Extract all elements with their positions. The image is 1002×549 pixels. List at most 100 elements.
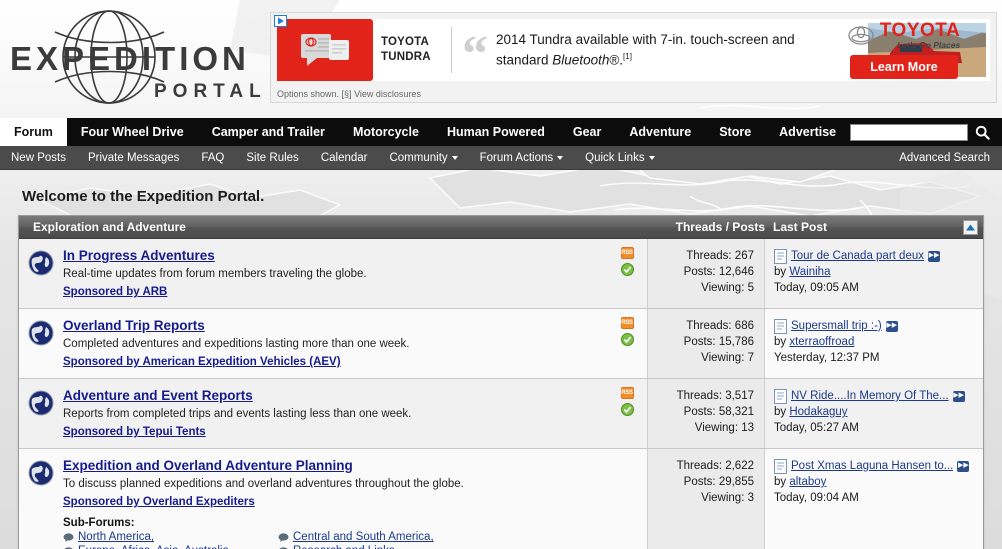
chevron-down-icon [649, 156, 655, 160]
forum-title-link[interactable]: Expedition and Overland Adventure Planni… [63, 458, 353, 473]
last-post-author-link[interactable]: Wainiha [789, 266, 830, 278]
forum-sponsor-link[interactable]: Sponsored by ARB [63, 286, 167, 298]
rss-icon[interactable]: RSS [621, 247, 634, 259]
viewing-count: Viewing: 5 [652, 280, 754, 296]
last-post-title-link[interactable]: Supersmall trip :-) [791, 318, 882, 334]
nav-tab-gear[interactable]: Gear [559, 118, 616, 146]
last-post-author-link[interactable]: altaboy [789, 476, 826, 488]
expedition-portal-logo[interactable]: EXPEDITION PORTAL [6, 2, 268, 114]
forum-icon-cell [19, 309, 63, 378]
last-post-title-link[interactable]: Post Xmas Laguna Hansen to... [791, 458, 953, 474]
welcome-heading: Welcome to the Expedition Portal. [18, 170, 984, 215]
forum-title-link[interactable]: Overland Trip Reports [63, 318, 205, 333]
go-to-last-post-icon[interactable]: ▶▶ [886, 321, 898, 332]
last-post-title-link[interactable]: Tour de Canada part deux [791, 248, 924, 264]
subnav-item-community[interactable]: Community [378, 152, 468, 164]
posts-count: Posts: 15,786 [652, 334, 754, 350]
last-post-author-row: by Wainiha [774, 264, 977, 280]
last-post-author-row: by altaboy [774, 474, 977, 490]
table-row[interactable]: Overland Trip Reports Completed adventur… [19, 309, 983, 379]
advanced-search-link[interactable]: Advanced Search [899, 152, 1002, 164]
speech-bubble-icon [278, 533, 289, 542]
rss-icon[interactable]: RSS [621, 387, 634, 399]
go-to-last-post-icon[interactable]: ▶▶ [953, 391, 965, 402]
ad-brand-line2: TUNDRA [381, 50, 451, 65]
forum-sponsor-link[interactable]: Sponsored by Overland Expediters [63, 496, 255, 508]
collapse-category-button[interactable] [963, 220, 978, 235]
subnav-item-calendar[interactable]: Calendar [310, 152, 379, 164]
ad-brand-line1: TOYOTA [381, 35, 451, 50]
nav-tab-four-wheel-drive[interactable]: Four Wheel Drive [67, 118, 198, 146]
nav-tab-motorcycle[interactable]: Motorcycle [339, 118, 433, 146]
header-search [850, 118, 1002, 146]
go-to-last-post-icon[interactable]: ▶▶ [928, 251, 940, 262]
category-title: Exploration and Adventure [19, 220, 647, 234]
ad-disclosure-prefix: Options shown. [ [277, 89, 344, 99]
last-post-author-link[interactable]: xterraoffroad [789, 336, 854, 348]
nav-tab-forum[interactable]: Forum [0, 118, 67, 146]
subnav-label: Calendar [321, 152, 368, 164]
forum-stats-cell: Threads: 2,622 Posts: 29,855 Viewing: 3 [647, 449, 765, 549]
nav-tab-human-powered[interactable]: Human Powered [433, 118, 559, 146]
last-post-time: Yesterday, 12:37 PM [774, 350, 977, 366]
last-post-cell: Supersmall trip :-) ▶▶ by xterraoffroad … [765, 309, 983, 378]
subnav-item-faq[interactable]: FAQ [190, 152, 235, 164]
subnav-item-new-posts[interactable]: New Posts [0, 152, 77, 164]
subnav-item-forum-actions[interactable]: Forum Actions [469, 152, 575, 164]
last-post-title-link[interactable]: NV Ride....In Memory Of The... [791, 388, 949, 404]
rss-icon[interactable]: RSS [621, 317, 634, 329]
forum-title-link[interactable]: In Progress Adventures [63, 248, 215, 263]
last-post-author-link[interactable]: Hodakaguy [789, 406, 847, 418]
subforum-link[interactable]: North America, [78, 531, 154, 543]
subforum-link[interactable]: Europe, Africa, Asia, Australia, [78, 545, 232, 549]
subnav-label: Forum Actions [480, 152, 554, 164]
view-disclosures-link[interactable]: View disclosures [354, 89, 421, 99]
forum-read-check-icon [621, 403, 634, 416]
forum-title-link[interactable]: Adventure and Event Reports [63, 388, 253, 403]
forum-sponsor-link[interactable]: Sponsored by American Expedition Vehicle… [63, 356, 341, 368]
column-header-threads-posts: Threads / Posts [647, 220, 765, 234]
forum-description: Reports from completed trips and events … [63, 407, 601, 422]
subforum-item-central-and-south-america[interactable]: Central and South America, [278, 531, 601, 543]
nav-tab-camper-and-trailer[interactable]: Camper and Trailer [198, 118, 339, 146]
subforum-link[interactable]: Research and Links [293, 545, 395, 549]
viewing-count: Viewing: 7 [652, 350, 754, 366]
last-post-cell: Post Xmas Laguna Hansen to... ▶▶ by alta… [765, 449, 983, 549]
adchoices-icon[interactable] [274, 15, 287, 27]
search-icon [975, 125, 990, 140]
last-post-time: Today, 09:05 AM [774, 280, 977, 296]
forum-icon-cell [19, 379, 63, 448]
subforum-item-europe-africa-asia-australia[interactable]: Europe, Africa, Asia, Australia, [63, 545, 278, 549]
search-button[interactable] [968, 125, 994, 140]
subnav-item-site-rules[interactable]: Site Rules [235, 152, 309, 164]
main-navbar: Forum Four Wheel Drive Camper and Traile… [0, 118, 1002, 146]
posts-count: Posts: 12,646 [652, 264, 754, 280]
table-row[interactable]: Adventure and Event Reports Reports from… [19, 379, 983, 449]
category-header: Exploration and Adventure Threads / Post… [19, 216, 983, 239]
svg-text:EXPEDITION: EXPEDITION [10, 40, 250, 77]
nav-tab-store[interactable]: Store [705, 118, 765, 146]
forum-globe-icon [28, 390, 54, 416]
subforum-link[interactable]: Central and South America, [293, 531, 434, 543]
viewing-count: Viewing: 13 [652, 420, 754, 436]
subnav-item-quick-links[interactable]: Quick Links [574, 152, 665, 164]
search-input[interactable] [850, 124, 968, 141]
subnav-item-private-messages[interactable]: Private Messages [77, 152, 190, 164]
advertisement-banner[interactable]: TOYOTA TUNDRA “ 2014 Tundra available wi… [270, 12, 997, 103]
forum-sponsor-link[interactable]: Sponsored by Tepui Tents [63, 426, 206, 438]
subforums-label: Sub-Forums: [63, 517, 601, 529]
forum-globe-icon [28, 320, 54, 346]
learn-more-button[interactable]: Learn More [850, 55, 957, 79]
forum-info-cell: In Progress Adventures Real-time updates… [63, 239, 607, 308]
subforum-item-research-and-links[interactable]: Research and Links [278, 545, 601, 549]
page-root: EXPEDITION PORTAL [0, 0, 1002, 549]
forum-description: Completed adventures and expeditions las… [63, 337, 601, 352]
forum-read-check-icon [621, 263, 634, 276]
table-row[interactable]: In Progress Adventures Real-time updates… [19, 239, 983, 309]
go-to-last-post-icon[interactable]: ▶▶ [957, 461, 969, 472]
table-row[interactable]: Expedition and Overland Adventure Planni… [19, 449, 983, 549]
nav-tab-adventure[interactable]: Adventure [615, 118, 705, 146]
ad-headline: 2014 Tundra available with 7-in. touch-s… [496, 31, 796, 69]
nav-tab-advertise[interactable]: Advertise [765, 118, 850, 146]
subforum-item-north-america[interactable]: North America, [63, 531, 278, 543]
